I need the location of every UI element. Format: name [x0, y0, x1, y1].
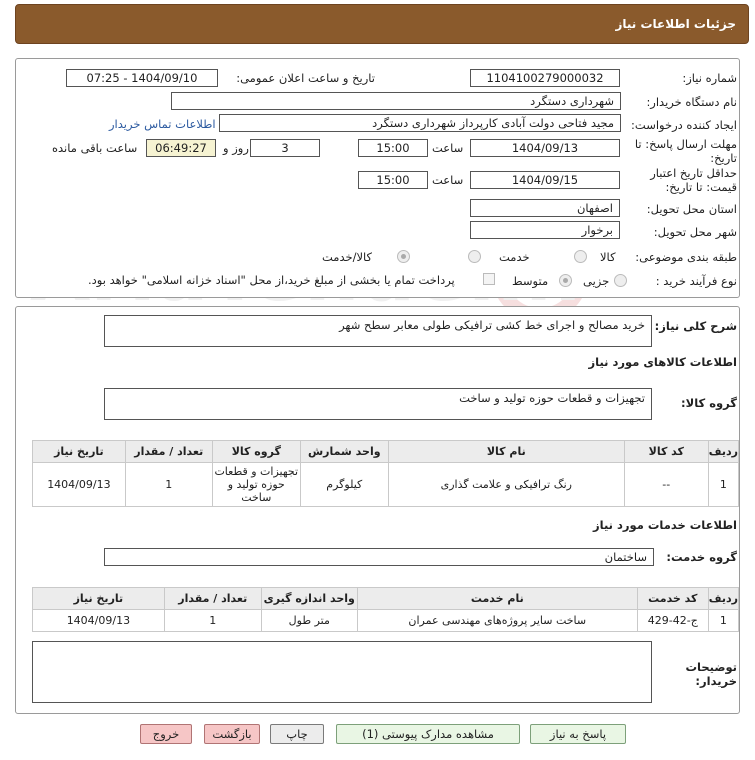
process-small-label: جزیی	[583, 274, 610, 288]
contact-buyer-link[interactable]: اطلاعات تماس خریدار	[109, 117, 216, 131]
cell-need-date: 1404/09/13	[32, 462, 126, 507]
category-label: طبقه بندی موضوعی:	[635, 250, 737, 264]
table-row: 1 -- رنگ ترافیکی و علامت گذاری کیلوگرم ت…	[32, 462, 740, 507]
cell-goods-name: رنگ ترافیکی و علامت گذاری	[387, 462, 625, 507]
deadline-date-field: 1404/09/13	[470, 139, 620, 157]
creator-label: ایجاد کننده درخواست:	[631, 118, 737, 132]
remaining-label: ساعت باقی مانده	[52, 141, 138, 155]
deadline-time-label: ساعت	[432, 141, 464, 155]
validity-time-label: ساعت	[432, 173, 464, 187]
province-label: استان محل تحویل:	[646, 202, 737, 216]
deadline-time-field: 15:00	[358, 139, 428, 157]
services-table-header: ردیف کد خدمت نام خدمت واحد اندازه گیری ت…	[32, 587, 740, 610]
col-goods-group: گروه کالا	[211, 440, 301, 463]
col-unit: واحد اندازه گیری	[260, 587, 358, 610]
city-label: شهر محل تحویل:	[653, 225, 737, 239]
buyer-label: نام دستگاه خریدار:	[646, 95, 737, 109]
category-goods-service-label: کالا/خدمت	[322, 250, 373, 264]
buyer-notes-field	[32, 641, 652, 703]
buyer-notes-label: توضیحات	[685, 660, 738, 674]
creator-field: مجید فتاحی دولت آبادی کارپرداز شهرداری د…	[219, 114, 621, 132]
cell-quantity: 1	[124, 462, 213, 507]
attachments-button[interactable]: مشاهده مدارک پیوستی (1)	[336, 724, 520, 744]
description-label: شرح کلی نیاز:	[654, 319, 737, 333]
cell-unit: کیلوگرم	[299, 462, 389, 507]
category-goods-service-radio[interactable]	[397, 250, 410, 263]
col-quantity: تعداد / مقدار	[124, 440, 213, 463]
city-field: برخوار	[470, 221, 620, 239]
col-goods-code: کد کالا	[623, 440, 709, 463]
days-label: روز و	[223, 141, 249, 155]
process-medium-label: متوسط	[512, 274, 549, 288]
cell-quantity: 1	[163, 609, 262, 632]
days-remaining-field: 3	[250, 139, 320, 157]
description-field: خرید مصالح و اجرای خط کشی ترافیکی طولی م…	[104, 315, 652, 347]
reply-button[interactable]: پاسخ به نیاز	[530, 724, 626, 744]
cell-row: 1	[707, 609, 740, 632]
col-row: ردیف	[707, 440, 740, 463]
back-button[interactable]: بازگشت	[204, 724, 260, 744]
validity-date-field: 1404/09/15	[470, 171, 620, 189]
page-header: جزئیات اطلاعات نیاز	[15, 4, 749, 44]
services-group-field: ساختمان	[104, 548, 654, 566]
cell-service-code: ج-42-429	[636, 609, 709, 632]
process-small-radio[interactable]	[614, 274, 627, 287]
goods-section-title: اطلاعات کالاهای مورد نیاز	[588, 355, 737, 369]
announce-label: تاریخ و ساعت اعلان عمومی:	[236, 71, 375, 85]
cell-goods-group: تجهیزات و قطعات حوزه تولید و ساخت	[211, 462, 301, 507]
announce-datetime-field: 1404/09/10 - 07:25	[66, 69, 218, 87]
need-number-label: شماره نیاز:	[682, 71, 737, 85]
goods-table-header: ردیف کد کالا نام کالا واحد شمارش گروه کا…	[32, 440, 740, 463]
category-goods-label: کالا	[600, 250, 616, 264]
col-service-code: کد خدمت	[636, 587, 709, 610]
print-button[interactable]: چاپ	[270, 724, 324, 744]
cell-unit: متر طول	[260, 609, 358, 632]
col-need-date: تاریخ نیاز	[32, 440, 126, 463]
validity-time-field: 15:00	[358, 171, 428, 189]
process-label: نوع فرآیند خرید :	[655, 274, 737, 288]
cell-goods-code: --	[623, 462, 709, 507]
col-need-date: تاریخ نیاز	[32, 587, 165, 610]
category-service-radio[interactable]	[468, 250, 481, 263]
payment-note: پرداخت تمام یا بخشی از مبلغ خرید،از محل …	[88, 273, 455, 287]
need-number-field: 1104100279000032	[470, 69, 620, 87]
deadline-label: مهلت ارسال پاسخ: تا	[634, 137, 737, 151]
buyer-notes-label-2: خریدار:	[695, 674, 737, 688]
col-service-name: نام خدمت	[356, 587, 638, 610]
goods-group-field: تجهیزات و قطعات حوزه تولید و ساخت	[104, 388, 652, 420]
goods-table: ردیف کد کالا نام کالا واحد شمارش گروه کا…	[32, 440, 740, 507]
category-service-label: خدمت	[499, 250, 530, 264]
page-title: جزئیات اطلاعات نیاز	[615, 17, 736, 31]
col-quantity: تعداد / مقدار	[163, 587, 262, 610]
services-table: ردیف کد خدمت نام خدمت واحد اندازه گیری ت…	[32, 587, 740, 632]
validity-label: حداقل تاریخ اعتبار	[650, 166, 737, 180]
province-field: اصفهان	[470, 199, 620, 217]
cell-need-date: 1404/09/13	[32, 609, 165, 632]
category-goods-radio[interactable]	[574, 250, 587, 263]
goods-group-label: گروه کالا:	[681, 396, 737, 410]
col-row: ردیف	[707, 587, 740, 610]
col-goods-name: نام کالا	[387, 440, 625, 463]
treasury-payment-checkbox[interactable]	[483, 273, 495, 285]
remaining-time-field: 06:49:27	[146, 139, 216, 157]
cell-row: 1	[707, 462, 740, 507]
table-row: 1 ج-42-429 ساخت سایر پروژه‌های مهندسی عم…	[32, 609, 740, 632]
col-unit: واحد شمارش	[299, 440, 389, 463]
services-section-title: اطلاعات خدمات مورد نیاز	[593, 518, 737, 532]
buyer-field: شهرداری دستگرد	[171, 92, 621, 110]
deadline-label-2: تاریخ:	[710, 151, 737, 165]
cell-service-name: ساخت سایر پروژه‌های مهندسی عمران	[356, 609, 638, 632]
exit-button[interactable]: خروج	[140, 724, 192, 744]
process-medium-radio[interactable]	[559, 274, 572, 287]
validity-label-2: قیمت: تا تاریخ:	[665, 180, 737, 194]
services-group-label: گروه خدمت:	[666, 550, 737, 564]
